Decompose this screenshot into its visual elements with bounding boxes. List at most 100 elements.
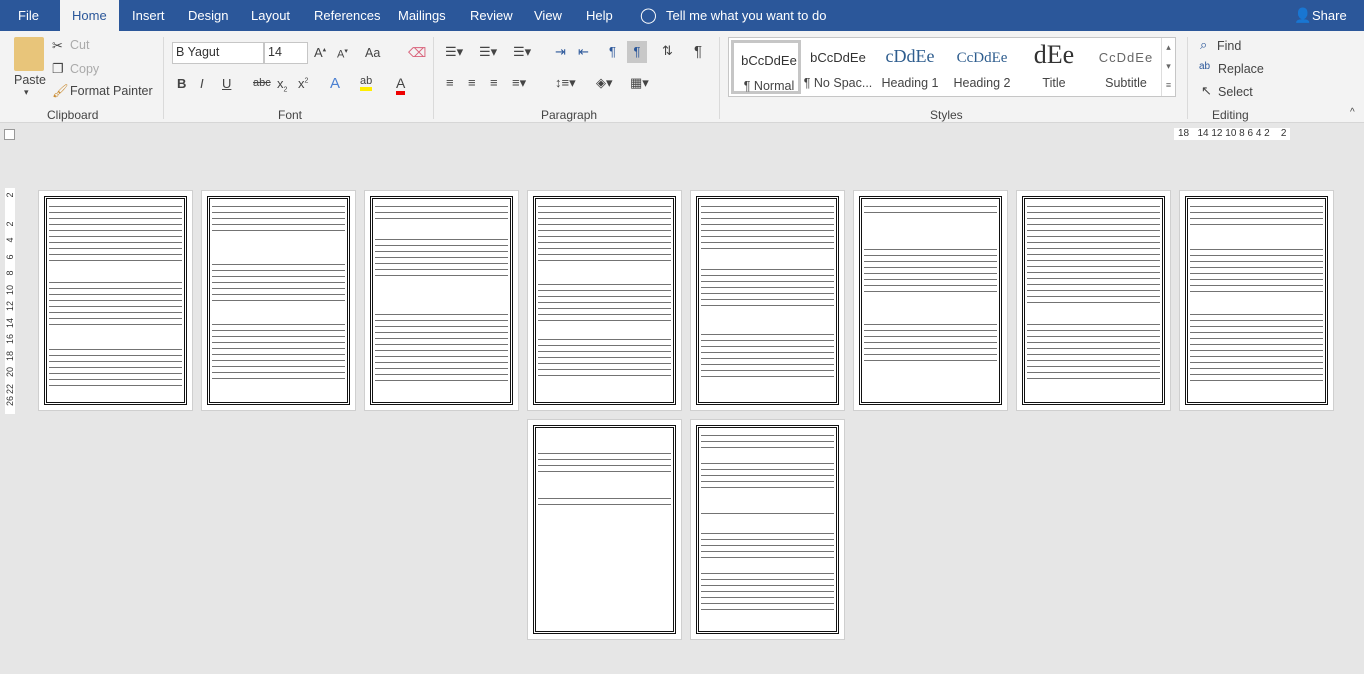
ltr-icon[interactable]: ¶ (609, 44, 616, 59)
text-block (538, 336, 671, 376)
decrease-indent-icon[interactable]: ⇥ (555, 44, 566, 60)
text-block (701, 510, 834, 515)
collapse-ribbon-icon[interactable]: ^ (1350, 107, 1355, 118)
align-right-icon[interactable]: ≡ (490, 75, 498, 90)
rtl-icon[interactable]: ¶ (627, 41, 647, 63)
style-heading-2[interactable]: CcDdEe Heading 2 (947, 40, 1017, 94)
underline-icon[interactable]: U (222, 76, 231, 91)
document-page[interactable] (853, 190, 1008, 411)
clear-formatting-icon[interactable]: ⌫ (408, 45, 426, 61)
find-button[interactable]: Find (1217, 39, 1241, 53)
vertical-ruler[interactable]: 2 2 4 6 8 10 12 14 16 18 20 22 26 (5, 188, 15, 414)
text-block (212, 321, 345, 381)
align-left-icon[interactable]: ≡ (446, 75, 454, 90)
justify-icon[interactable]: ≡▾ (512, 75, 526, 91)
strikethrough-icon[interactable]: abc (253, 77, 271, 89)
replace-button[interactable]: Replace (1218, 62, 1264, 76)
document-page[interactable] (527, 419, 682, 640)
align-center-icon[interactable]: ≡ (468, 75, 476, 90)
format-painter-button[interactable]: Format Painter (70, 84, 153, 98)
ruler-tick: 20 (5, 366, 15, 377)
paste-dropdown-icon[interactable]: ▾ (24, 87, 29, 98)
shrink-font-icon[interactable]: A▾ (337, 47, 348, 61)
font-size-input[interactable]: 14 (264, 42, 308, 64)
ruler-tick: 2 (5, 221, 15, 227)
style-subtitle[interactable]: CcDdEe Subtitle (1091, 40, 1161, 94)
document-page[interactable] (201, 190, 356, 411)
tell-me-search[interactable]: Tell me what you want to do (654, 0, 838, 31)
ruler-tick: 26 (5, 395, 15, 406)
tab-help[interactable]: Help (574, 0, 625, 31)
borders-icon[interactable]: ▦▾ (630, 75, 649, 91)
ruler-tick: 14 (5, 317, 15, 328)
multilevel-list-icon[interactable]: ☰▾ (513, 44, 531, 60)
tab-mailings[interactable]: Mailings (386, 0, 458, 31)
style-no-spacing[interactable]: bCcDdEe ¶ No Spac... (803, 40, 873, 94)
ruler-tick: 10 (5, 284, 15, 295)
show-formatting-icon[interactable]: ¶ (694, 43, 702, 60)
bold-icon[interactable]: B (177, 76, 186, 91)
ruler-tick: 2 (5, 192, 15, 198)
horizontal-ruler[interactable]: 18 14 12 10 8 6 4 2 2 (1174, 128, 1291, 140)
text-effects-icon[interactable]: A (330, 75, 340, 92)
style-heading-1[interactable]: cDdEe Heading 1 (875, 40, 945, 94)
shading-icon[interactable]: ◈▾ (596, 75, 613, 91)
select-button[interactable]: Select (1218, 85, 1253, 99)
text-block (701, 432, 834, 452)
font-color-icon[interactable]: A (396, 75, 406, 95)
text-block (212, 203, 345, 233)
font-name-input[interactable]: B Yagut (172, 42, 264, 64)
document-page[interactable] (527, 190, 682, 411)
style-title[interactable]: dEe Title (1019, 40, 1089, 94)
text-block (701, 331, 834, 381)
tab-design[interactable]: Design (176, 0, 240, 31)
cursor-icon: ↖ (1201, 83, 1212, 98)
cut-button[interactable]: Cut (70, 38, 89, 52)
ruler-tick: 18 (5, 350, 15, 361)
text-block (701, 570, 834, 610)
italic-icon[interactable]: I (200, 76, 204, 91)
text-block (1190, 203, 1323, 228)
change-case-button[interactable]: Aa (365, 46, 380, 60)
ribbon-tabs: File Home Insert Design Layout Reference… (0, 0, 1364, 31)
text-block (1190, 311, 1323, 381)
tab-review[interactable]: Review (458, 0, 525, 31)
text-block (212, 261, 345, 306)
document-page[interactable] (38, 190, 193, 411)
share-button[interactable]: Share (1300, 0, 1359, 31)
tab-insert[interactable]: Insert (120, 0, 177, 31)
line-spacing-icon[interactable]: ↕≡▾ (555, 75, 576, 91)
superscript-icon[interactable]: x2 (298, 76, 308, 91)
tab-file[interactable]: File (6, 0, 51, 31)
style-normal[interactable]: bCcDdEe ¶ Normal (731, 40, 801, 94)
document-page[interactable] (690, 190, 845, 411)
text-block (538, 281, 671, 321)
ruler-tick: 4 (5, 237, 15, 243)
brush-icon: 🖌 (52, 83, 69, 98)
highlight-icon[interactable]: ab (360, 75, 373, 91)
increase-indent-icon[interactable]: ⇤ (578, 44, 589, 60)
copy-button[interactable]: Copy (70, 62, 99, 76)
grow-font-icon[interactable]: A▴ (314, 45, 326, 60)
subscript-icon[interactable]: x2 (277, 76, 287, 94)
document-page[interactable] (364, 190, 519, 411)
numbering-icon[interactable]: ☰▾ (479, 44, 497, 60)
paste-button[interactable]: Paste (14, 73, 46, 87)
text-block (375, 311, 508, 381)
scissors-icon: ✂ (52, 38, 63, 53)
document-page[interactable] (1016, 190, 1171, 411)
tab-home[interactable]: Home (60, 0, 119, 31)
divider (719, 37, 720, 119)
styles-scroll[interactable]: ▴ ▾ ≡ (1161, 38, 1175, 96)
paste-icon[interactable] (14, 37, 44, 71)
document-page[interactable] (690, 419, 845, 640)
tab-references[interactable]: References (302, 0, 392, 31)
text-block (1027, 321, 1160, 381)
tab-layout[interactable]: Layout (239, 0, 302, 31)
sort-icon[interactable]: ⇅ (662, 43, 673, 59)
font-group-label: Font (278, 108, 303, 122)
document-page[interactable] (1179, 190, 1334, 411)
tab-view[interactable]: View (522, 0, 574, 31)
tab-selector[interactable] (4, 129, 15, 140)
bullets-icon[interactable]: ☰▾ (445, 44, 463, 60)
